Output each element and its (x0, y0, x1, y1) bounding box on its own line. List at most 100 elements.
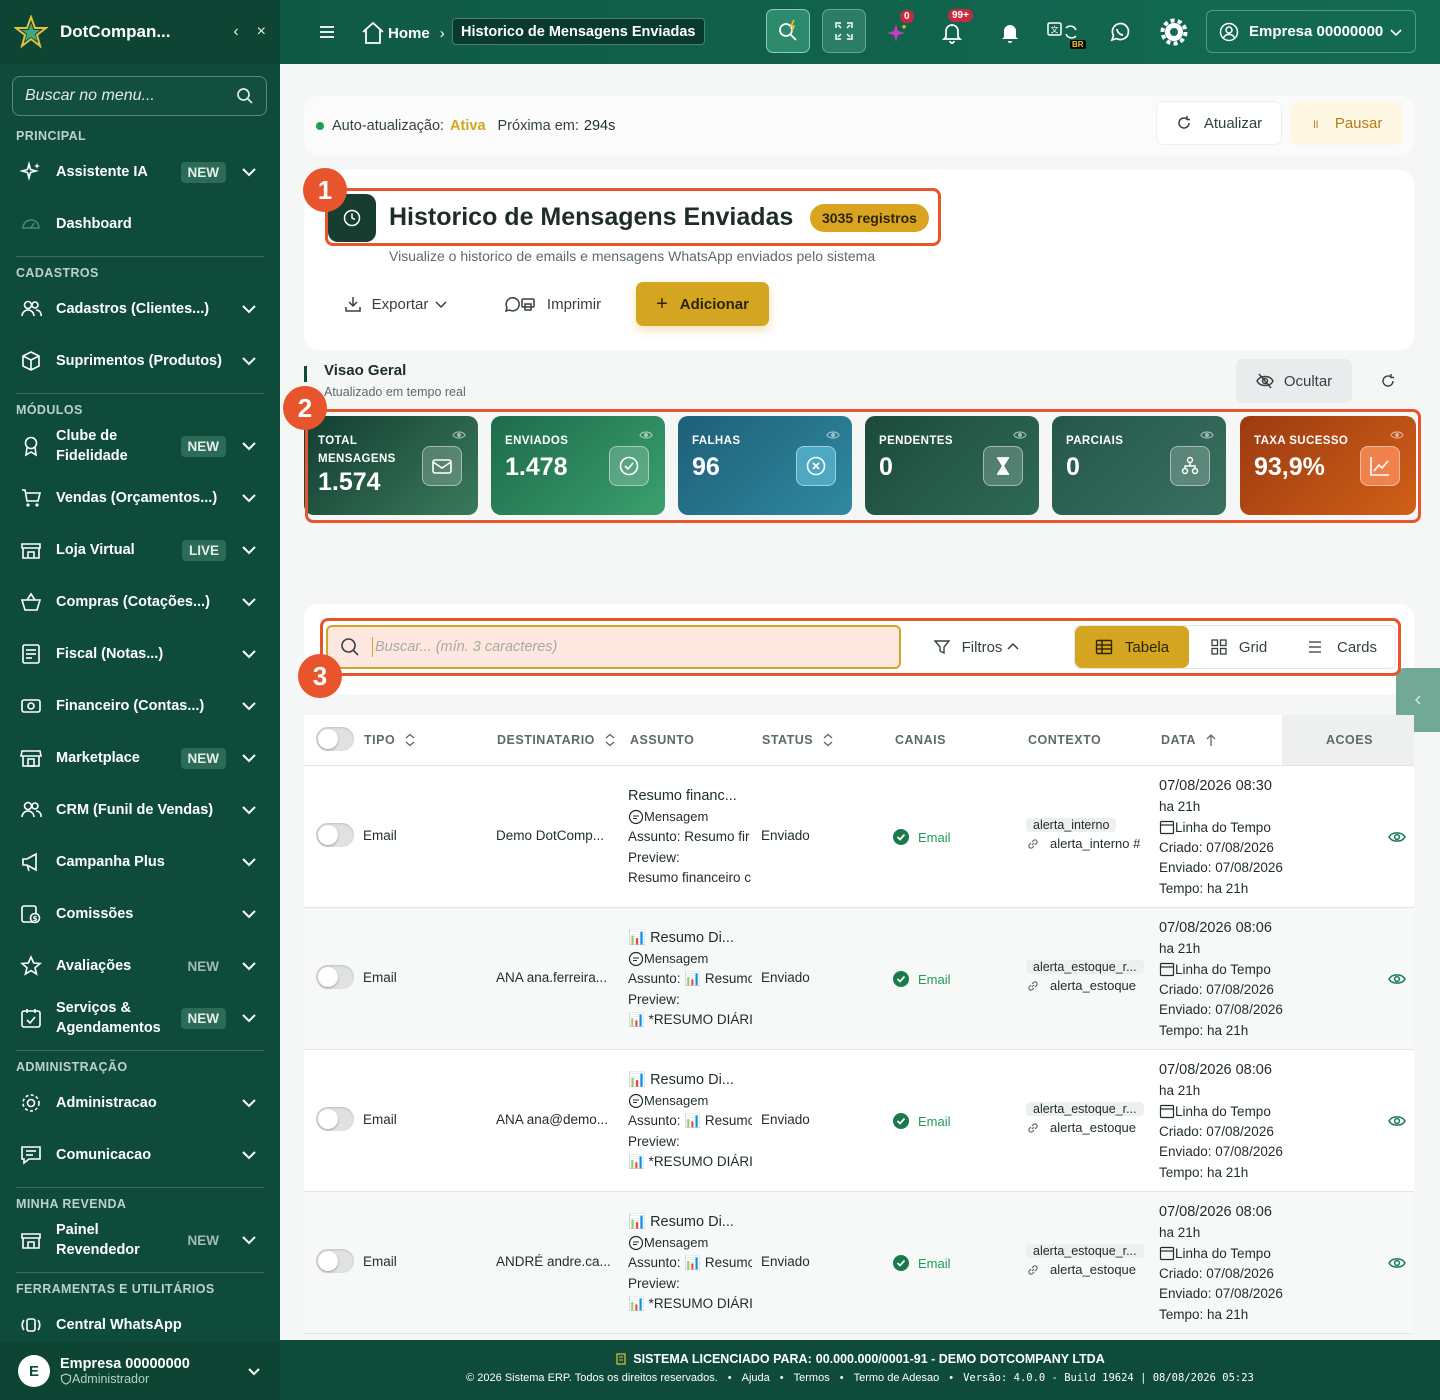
chevron-down-icon (242, 442, 256, 451)
add-button-label: Adicionar (679, 295, 749, 313)
export-button[interactable]: Exportar (336, 282, 456, 326)
sidebar-item-fiscal[interactable]: Fiscal (Notas...) (0, 628, 280, 680)
contexto-link[interactable]: alerta_estoque (1026, 978, 1140, 993)
highlight-frame-3 (320, 618, 1401, 676)
sidebar-item-financeiro[interactable]: Financeiro (Contas...) (0, 680, 280, 732)
company-selector[interactable]: Empresa 00000000 (1206, 10, 1416, 53)
sidebar-item-suprimentos[interactable]: Suprimentos (Produtos) (0, 335, 280, 387)
sidebar-item-label: Loja Virtual (56, 542, 135, 558)
pause-button[interactable]: ॥ Pausar (1291, 101, 1403, 145)
user-profile[interactable]: E Empresa 00000000 Administrador (0, 1342, 280, 1400)
sidebar-item-campanha-plus[interactable]: Campanha Plus (0, 836, 280, 888)
collapse-icon[interactable]: ‹ (233, 23, 238, 41)
col-destinatario[interactable]: DESTINATARIO (497, 733, 617, 747)
table-row[interactable]: Email ANDRÉ andre.ca... 📊 Resumo Di... Mens… (304, 1192, 1414, 1334)
new-badge: NEW (187, 958, 220, 974)
sidebar-item-vendas[interactable]: Vendas (Orçamentos...) (0, 472, 280, 524)
col-status[interactable]: STATUS (762, 733, 835, 747)
sidebar-item-crm[interactable]: CRM (Funil de Vendas) (0, 784, 280, 836)
eye-icon[interactable] (1388, 1256, 1406, 1270)
col-assunto: ASSUNTO (630, 733, 694, 747)
menu-icon[interactable] (315, 20, 339, 44)
check-circle-icon (893, 829, 909, 845)
table-row[interactable]: Email Demo DotComp... Resumo financ... Mens… (304, 766, 1414, 908)
assunto-title: Resumo financ... (628, 788, 737, 804)
new-badge: NEW (187, 1232, 220, 1248)
eye-icon[interactable] (1388, 1114, 1406, 1128)
new-badge: NEW (180, 747, 226, 769)
chevron-down-icon (1390, 28, 1402, 36)
print-button[interactable]: Imprimir (492, 282, 612, 326)
sidebar-item-dashboard[interactable]: Dashboard (0, 198, 280, 250)
select-all-toggle[interactable] (316, 727, 354, 751)
contexto-link[interactable]: alerta_interno #7 (1026, 836, 1140, 851)
chevron-down-icon (242, 650, 256, 659)
cell-assunto: 📊 Resumo Di... Mensagem Assunto: 📊 Resumo P… (628, 928, 752, 1031)
sidebar-item-label: Suprimentos (Produtos) (56, 353, 222, 369)
add-button[interactable]: + Adicionar (636, 282, 769, 326)
refresh-stats-icon[interactable] (1380, 373, 1396, 389)
refresh-button[interactable]: Atualizar (1156, 101, 1282, 145)
fullscreen-button[interactable] (822, 9, 866, 53)
whatsapp-icon[interactable] (1108, 20, 1132, 44)
sidebar-item-compras[interactable]: Compras (Cotações...) (0, 576, 280, 628)
sidebar-item-comunicacao[interactable]: Comunicacao (0, 1129, 280, 1181)
chevron-down-icon (242, 168, 256, 177)
sidebar-item-avaliacoes[interactable]: Avaliações NEW (0, 940, 280, 992)
row-select-toggle[interactable] (316, 823, 354, 847)
sidebar-item-clube-fidelidade[interactable]: Clube de Fidelidade NEW (0, 420, 280, 472)
sidebar-item-administracao[interactable]: Administracao (0, 1077, 280, 1129)
notifications-button[interactable]: 99+ (940, 9, 973, 44)
timeline-link[interactable]: Linha do Tempo (1159, 959, 1283, 980)
sidebar-item-painel-revendedor[interactable]: Painel Revendedor NEW (0, 1214, 280, 1266)
table-row[interactable]: Email ANA ana.ferreira... 📊 Resumo Di... Me… (304, 908, 1414, 1050)
footer-link-termo-adesao[interactable]: Termo de Adesao (854, 1372, 940, 1384)
sidebar-item-servicos[interactable]: Serviços & Agendamentos NEW (0, 992, 280, 1044)
ai-button[interactable]: 0 (886, 10, 914, 46)
sidebar-item-loja-virtual[interactable]: Loja Virtual LIVE (0, 524, 280, 576)
cell-status: Enviado (761, 970, 810, 985)
sidebar-item-comissoes[interactable]: $ Comissões (0, 888, 280, 940)
footer-link-termos[interactable]: Termos (794, 1372, 830, 1384)
message-icon (21, 1146, 41, 1165)
row-select-toggle[interactable] (316, 1107, 354, 1131)
eye-icon[interactable] (1388, 830, 1406, 844)
timeline-link[interactable]: Linha do Tempo (1159, 817, 1283, 838)
col-tipo[interactable]: TIPO (364, 733, 417, 747)
sidebar-item-marketplace[interactable]: Marketplace NEW (0, 732, 280, 784)
alerts-button[interactable] (998, 20, 1022, 44)
footer-link-ajuda[interactable]: Ajuda (742, 1372, 770, 1384)
refresh-icon (1178, 116, 1190, 129)
cell-destinatario: ANA ana@demo... (496, 1112, 609, 1127)
data-criado: Criado: 07/08/2026 (1159, 839, 1274, 855)
row-select-toggle[interactable] (316, 965, 354, 989)
hide-overview-button[interactable]: Ocultar (1236, 359, 1352, 403)
col-label: STATUS (762, 733, 814, 747)
check-circle-icon (893, 1255, 909, 1271)
language-button[interactable]: 文 BR (1046, 20, 1086, 49)
table-row[interactable]: Email ANA ana@demo... 📊 Resumo Di... Mensag… (304, 1050, 1414, 1192)
eye-icon[interactable] (1388, 972, 1406, 986)
sidebar-item-assistente-ia[interactable]: Assistente IA NEW (0, 146, 280, 198)
cell-status: Enviado (761, 1112, 810, 1127)
timeline-link[interactable]: Linha do Tempo (1159, 1243, 1283, 1264)
cell-data: 07/08/2026 08:06 ha 21h Linha do Tempo Cria… (1159, 1202, 1283, 1326)
timeline-link[interactable]: Linha do Tempo (1159, 1101, 1283, 1122)
cell-data: 07/08/2026 08:06 ha 21h Linha do Tempo Cria… (1159, 1060, 1283, 1184)
plus-icon: + (656, 292, 668, 315)
section-ferramentas: FERRAMENTAS E UTILITÁRIOS (16, 1282, 215, 1296)
timeline-label: Linha do Tempo (1175, 819, 1271, 835)
breadcrumb-home[interactable]: Home › (360, 20, 445, 46)
col-data[interactable]: DATA (1161, 733, 1218, 747)
menu-search-input[interactable]: Buscar no menu... (12, 76, 267, 116)
contexto-link[interactable]: alerta_estoque (1026, 1120, 1140, 1135)
quick-search-button[interactable] (766, 9, 810, 53)
sidebar-item-cadastros[interactable]: Cadastros (Clientes...) (0, 283, 280, 335)
svg-text:$: $ (33, 915, 38, 923)
row-select-toggle[interactable] (316, 1249, 354, 1273)
contexto-link[interactable]: alerta_estoque (1026, 1262, 1140, 1277)
close-icon[interactable]: × (257, 23, 266, 41)
chevron-down-icon (242, 1236, 256, 1245)
chevron-down-icon (242, 494, 256, 503)
gear-icon[interactable] (1160, 18, 1188, 46)
